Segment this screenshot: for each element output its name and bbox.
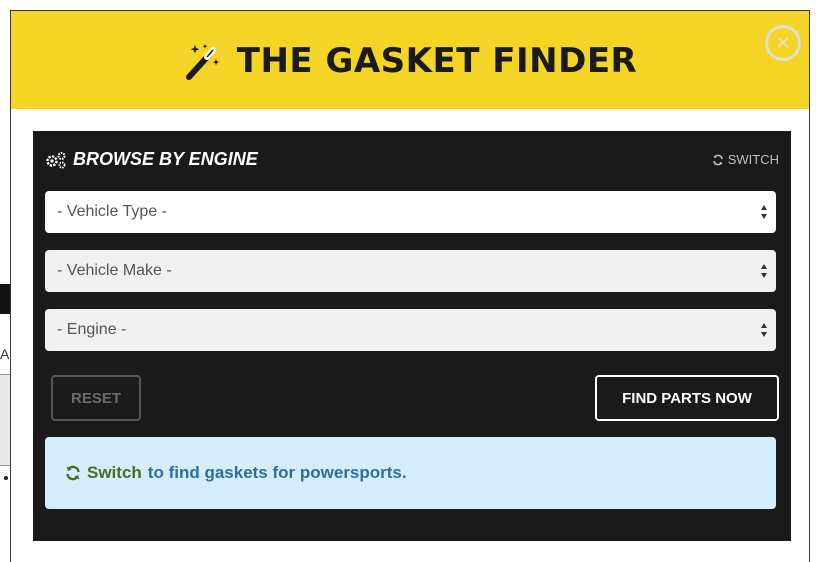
gasket-finder-modal: THE GASKET FINDER ✕ BROWSE BY ENGINE SWI… <box>10 10 810 562</box>
engine-value: - Engine - <box>57 321 127 338</box>
refresh-icon <box>712 154 723 165</box>
info-switch-link[interactable]: Switch <box>65 463 142 483</box>
panel-header: BROWSE BY ENGINE SWITCH <box>45 149 779 171</box>
background-dot <box>4 476 8 480</box>
title-wrap: THE GASKET FINDER <box>183 41 637 81</box>
info-text: to find gaskets for powersports. <box>147 463 407 482</box>
modal-header: THE GASKET FINDER ✕ <box>11 11 809 109</box>
info-box: Switch to find gaskets for powersports. <box>45 437 776 509</box>
select-arrows-icon <box>761 205 767 219</box>
vehicle-type-value: - Vehicle Type - <box>57 203 167 220</box>
vehicle-type-select[interactable]: - Vehicle Type - <box>45 191 776 233</box>
vehicle-make-select[interactable]: - Vehicle Make - <box>45 250 776 292</box>
select-arrows-icon <box>761 264 767 278</box>
engine-select[interactable]: - Engine - <box>45 309 776 351</box>
close-button[interactable]: ✕ <box>765 25 801 61</box>
browse-panel: BROWSE BY ENGINE SWITCH - Vehicle Type -… <box>33 131 791 541</box>
switch-link[interactable]: SWITCH <box>712 152 779 167</box>
select-arrows-icon <box>761 323 767 337</box>
find-parts-button[interactable]: FIND PARTS NOW <box>595 375 779 421</box>
reset-button[interactable]: RESET <box>51 375 141 421</box>
switch-label: SWITCH <box>727 152 779 167</box>
vehicle-make-value: - Vehicle Make - <box>57 262 172 279</box>
refresh-icon <box>66 465 80 481</box>
magic-wand-icon <box>185 44 219 80</box>
info-switch-text: Switch <box>87 463 142 482</box>
background-text: A <box>0 346 10 362</box>
close-icon: ✕ <box>775 33 791 53</box>
modal-title: THE GASKET FINDER <box>236 41 638 81</box>
browse-heading-text: BROWSE BY ENGINE <box>73 149 258 169</box>
browse-heading: BROWSE BY ENGINE <box>45 149 258 170</box>
gears-icon <box>46 151 66 168</box>
